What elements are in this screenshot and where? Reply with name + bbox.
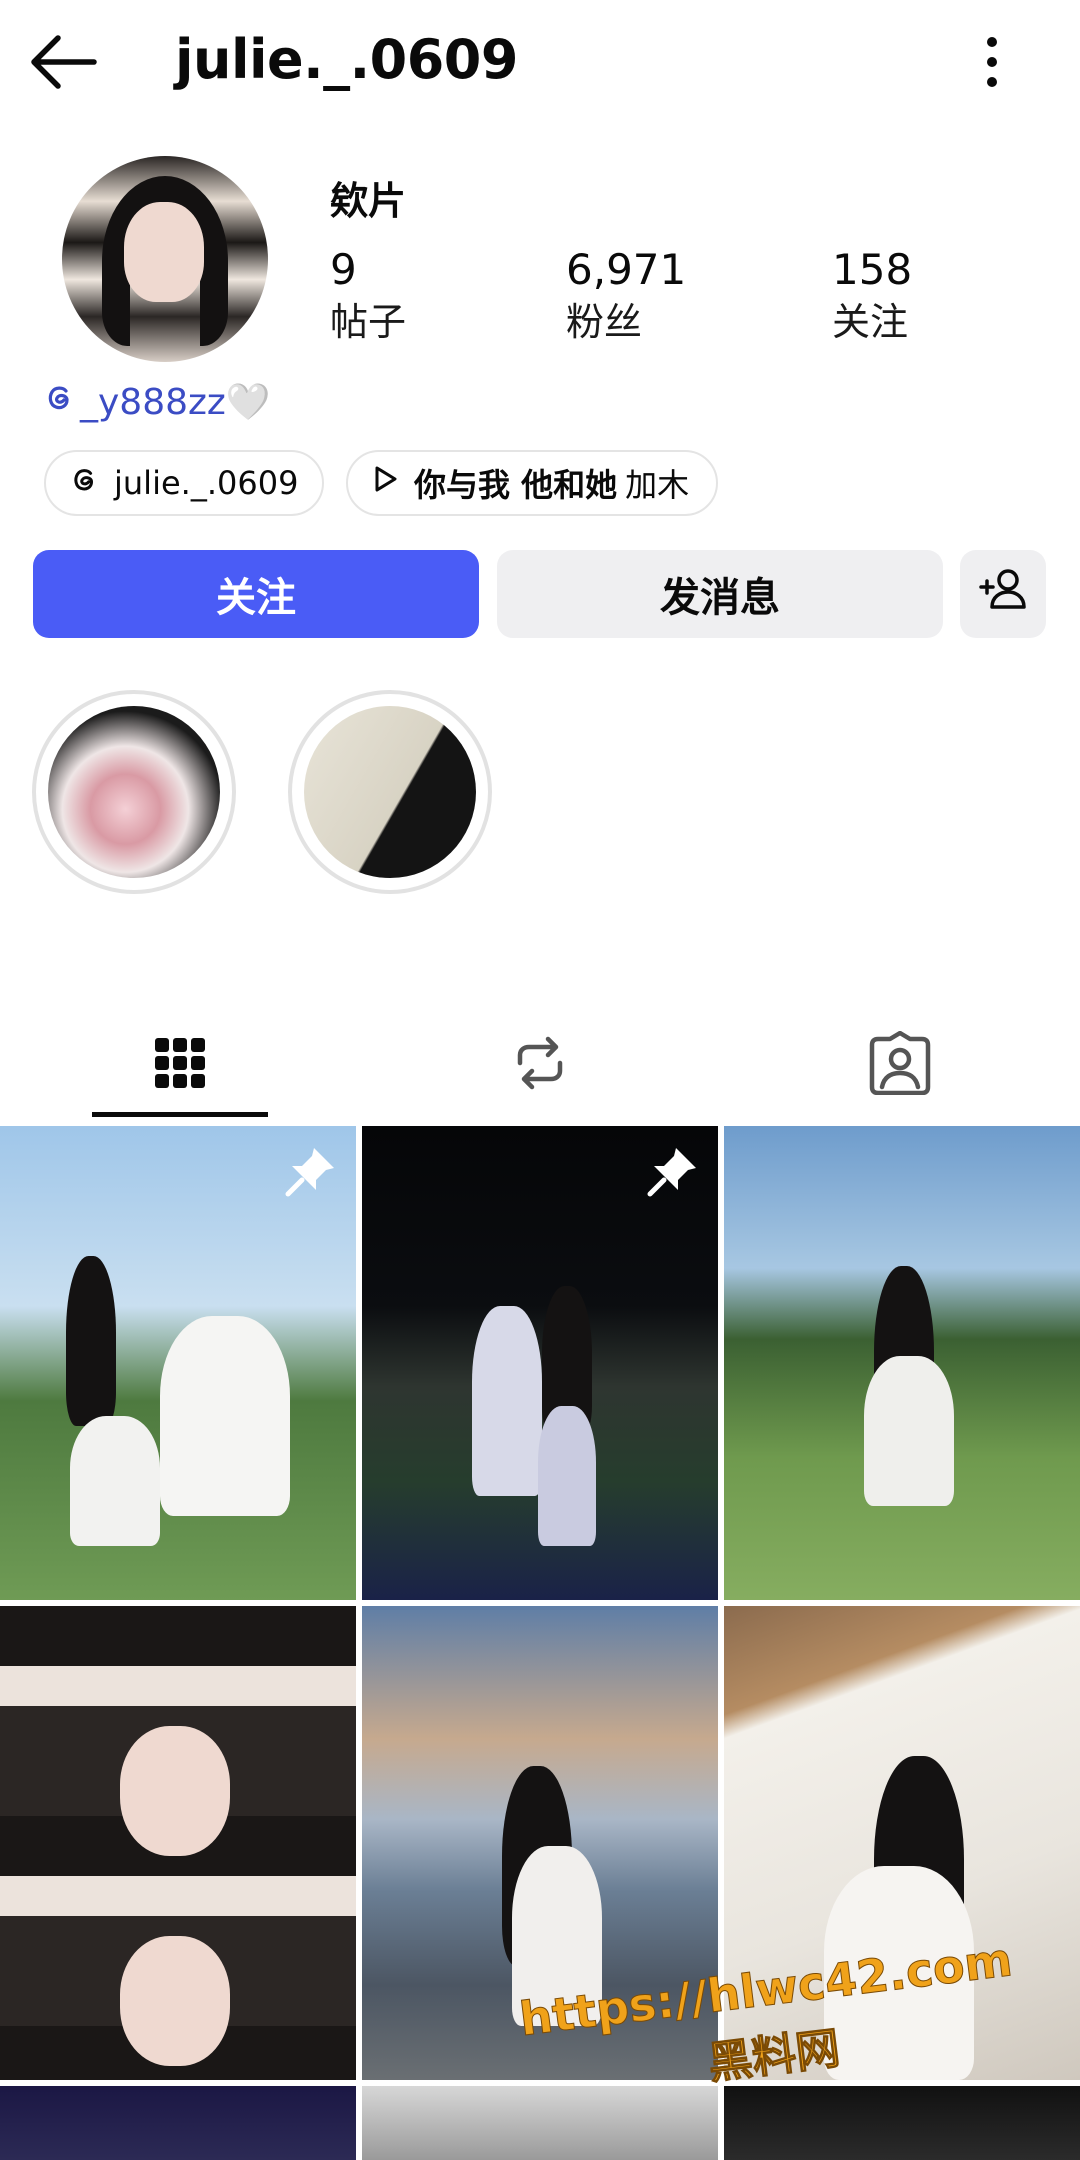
highlight-2-cover <box>304 706 476 878</box>
music-chip-artist: 加木 <box>625 466 690 504</box>
stat-following[interactable]: 158 关注 <box>832 244 912 348</box>
message-button[interactable]: 发消息 <box>497 550 943 638</box>
post-thumbnail[interactable] <box>724 2086 1080 2160</box>
photo-figure <box>120 1726 230 1856</box>
photo-figure <box>512 1846 602 2026</box>
reposts-icon <box>510 1033 570 1097</box>
tab-posts[interactable] <box>135 1020 225 1110</box>
pinned-icon <box>282 1144 338 1200</box>
story-highlight-1[interactable] <box>32 690 236 894</box>
more-options-icon[interactable] <box>970 32 1014 92</box>
post-thumbnail[interactable] <box>0 2086 356 2160</box>
post-thumbnail[interactable] <box>362 1606 718 2080</box>
stat-following-label: 关注 <box>832 300 909 344</box>
photo-figure <box>824 1866 974 2080</box>
play-icon <box>370 464 400 502</box>
post-thumbnail[interactable] <box>724 1606 1080 2080</box>
post-thumbnail[interactable] <box>0 1606 356 2080</box>
threads-link[interactable]: _y888zz🤍 <box>42 380 271 423</box>
music-chip-title: 你与我 他和她 <box>414 466 618 504</box>
photo-figure <box>160 1316 290 1516</box>
threads-icon <box>42 380 76 423</box>
story-highlight-2[interactable] <box>288 690 492 894</box>
stat-followers-value: 6,971 <box>566 245 687 294</box>
photo-figure <box>70 1416 160 1546</box>
top-bar: julie._.0609 <box>0 0 1080 124</box>
follow-button[interactable]: 关注 <box>33 550 479 638</box>
threads-chip-label: julie._.0609 <box>114 464 299 502</box>
profile-tabs <box>0 1000 1080 1120</box>
add-person-icon <box>978 567 1028 621</box>
photo-figure <box>864 1356 954 1506</box>
tab-tagged[interactable] <box>855 1020 945 1110</box>
avatar[interactable] <box>62 156 268 362</box>
photo-figure <box>538 1406 596 1546</box>
avatar-face <box>124 202 204 302</box>
post-thumbnail[interactable] <box>0 1126 356 1600</box>
tagged-icon <box>868 1030 932 1099</box>
stat-followers-label: 粉丝 <box>566 300 643 344</box>
post-thumbnail[interactable] <box>724 1126 1080 1600</box>
photo-figure <box>472 1306 542 1496</box>
post-thumbnail[interactable] <box>362 1126 718 1600</box>
threads-handle: _y888zz🤍 <box>80 381 271 423</box>
music-chip[interactable]: 你与我 他和她 加木 <box>346 450 718 516</box>
tab-reposts[interactable] <box>495 1020 585 1110</box>
highlight-1-cover <box>48 706 220 878</box>
stat-following-value: 158 <box>832 245 913 294</box>
post-thumbnail[interactable] <box>362 2086 718 2160</box>
photo-figure <box>66 1256 116 1426</box>
display-name: 欸片 <box>330 179 407 223</box>
stat-followers[interactable]: 6,971 粉丝 <box>566 244 686 348</box>
stat-posts-label: 帖子 <box>330 300 407 344</box>
stat-posts[interactable]: 9 帖子 <box>330 244 406 348</box>
threads-chip[interactable]: julie._.0609 <box>44 450 324 516</box>
pinned-icon <box>644 1144 700 1200</box>
active-tab-indicator <box>92 1112 268 1117</box>
profile-username: julie._.0609 <box>175 28 518 91</box>
grid-icon <box>153 1036 207 1094</box>
suggested-users-button[interactable] <box>960 550 1046 638</box>
stat-posts-value: 9 <box>330 245 357 294</box>
threads-icon <box>68 463 100 503</box>
photo-figure <box>120 1936 230 2066</box>
back-arrow-icon[interactable] <box>30 30 100 94</box>
